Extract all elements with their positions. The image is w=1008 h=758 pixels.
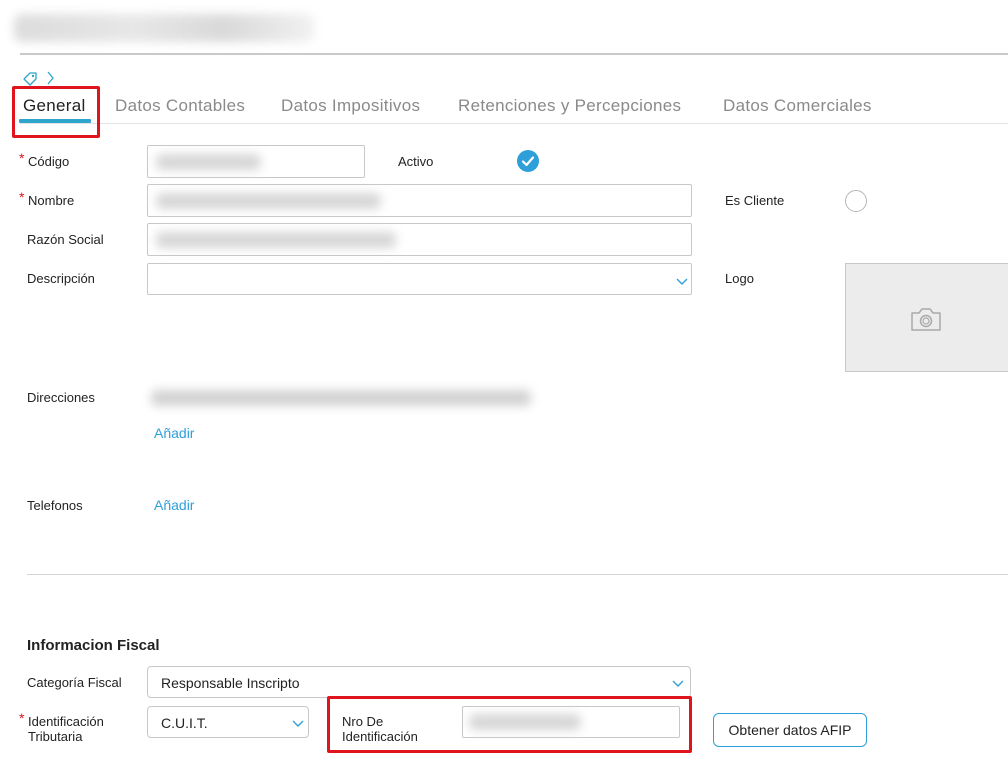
section-divider xyxy=(27,574,1008,575)
descripcion-input[interactable] xyxy=(147,263,692,295)
required-mark: * xyxy=(19,189,25,205)
fiscal-section-title: Informacion Fiscal xyxy=(27,637,160,654)
direcciones-label: Direcciones xyxy=(27,390,95,405)
logo-label: Logo xyxy=(725,271,754,286)
camera-icon xyxy=(911,308,941,331)
tab-retenciones-percepciones[interactable]: Retenciones y Percepciones xyxy=(458,96,681,116)
obtener-datos-afip-button[interactable]: Obtener datos AFIP xyxy=(713,713,867,747)
tab-datos-contables[interactable]: Datos Contables xyxy=(115,96,245,116)
es-cliente-toggle[interactable] xyxy=(845,190,867,212)
identificacion-label-line1: Identificación xyxy=(28,714,104,729)
direcciones-add-link[interactable]: Añadir xyxy=(154,425,194,441)
categoria-fiscal-value: Responsable Inscripto xyxy=(161,675,300,691)
logo-upload[interactable] xyxy=(845,263,1008,372)
nombre-input[interactable] xyxy=(147,184,692,217)
categoria-fiscal-select[interactable]: Responsable Inscripto xyxy=(147,666,691,698)
razon-social-input[interactable] xyxy=(147,223,692,256)
chevron-down-icon xyxy=(292,720,304,727)
chevron-down-icon xyxy=(672,680,684,687)
tabs-divider xyxy=(20,123,1008,124)
required-mark: * xyxy=(19,150,25,166)
nombre-label: Nombre xyxy=(28,193,75,208)
identificacion-label-line2: Tributaria xyxy=(28,729,83,744)
razon-social-label: Razón Social xyxy=(27,232,104,247)
header-divider xyxy=(20,53,1008,55)
highlight-box-nro-identificacion xyxy=(327,696,692,753)
check-circle-icon[interactable] xyxy=(517,150,539,172)
tag-icon[interactable] xyxy=(22,70,38,86)
es-cliente-label: Es Cliente xyxy=(725,193,785,208)
identificacion-value: C.U.I.T. xyxy=(161,715,208,731)
chevron-right-icon xyxy=(47,71,54,85)
descripcion-label: Descripción xyxy=(27,271,95,286)
record-title-redacted xyxy=(14,14,314,42)
tab-datos-impositivos[interactable]: Datos Impositivos xyxy=(281,96,420,116)
activo-label: Activo xyxy=(398,154,434,169)
chevron-down-icon xyxy=(676,278,688,285)
tab-datos-comerciales[interactable]: Datos Comerciales xyxy=(723,96,872,116)
required-mark: * xyxy=(19,710,25,726)
identificacion-tributaria-select[interactable]: C.U.I.T. xyxy=(147,706,309,738)
telefonos-label: Telefonos xyxy=(27,498,83,513)
telefonos-add-link[interactable]: Añadir xyxy=(154,497,194,513)
codigo-input[interactable] xyxy=(147,145,365,178)
direccion-entry-redacted xyxy=(147,380,552,416)
highlight-box-general-tab xyxy=(12,86,100,138)
codigo-label: Código xyxy=(28,154,70,169)
categoria-fiscal-label: Categoría Fiscal xyxy=(27,675,122,690)
